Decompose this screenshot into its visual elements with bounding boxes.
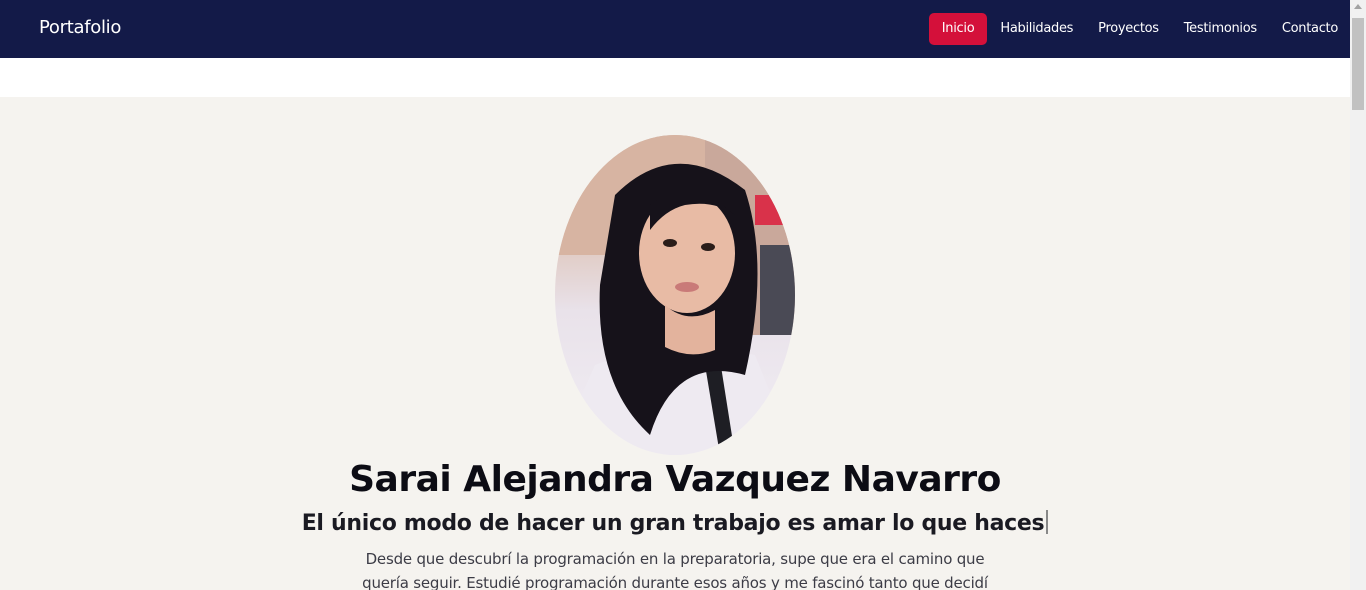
- scroll-up-arrow-icon[interactable]: [1354, 4, 1362, 9]
- nav-links: Inicio Habilidades Proyectos Testimonios…: [928, 13, 1350, 45]
- hero-bio: Desde que descubrí la programación en la…: [362, 550, 988, 590]
- hero-name: Sarai Alejandra Vazquez Navarro: [349, 459, 1001, 500]
- nav-link-inicio[interactable]: Inicio: [928, 13, 988, 45]
- scrollbar-thumb[interactable]: [1352, 18, 1364, 110]
- profile-photo-illustration: [555, 135, 795, 455]
- hero-tagline: El único modo de hacer un gran trabajo e…: [0, 510, 1350, 536]
- top-navbar: Portafolio Inicio Habilidades Proyectos …: [0, 0, 1350, 58]
- profile-photo: [555, 135, 795, 455]
- hero-tagline-text: El único modo de hacer un gran trabajo e…: [301, 511, 1045, 536]
- nav-link-contacto[interactable]: Contacto: [1270, 13, 1350, 45]
- vertical-scrollbar[interactable]: [1350, 0, 1366, 590]
- nav-link-proyectos[interactable]: Proyectos: [1086, 13, 1171, 45]
- nav-link-habilidades[interactable]: Habilidades: [988, 13, 1085, 45]
- typing-caret: [1046, 510, 1049, 534]
- hero-section: Sarai Alejandra Vazquez Navarro El único…: [0, 97, 1350, 590]
- header-spacer: [0, 58, 1350, 97]
- brand-logo-text[interactable]: Portafolio: [39, 17, 121, 38]
- nav-link-testimonios[interactable]: Testimonios: [1172, 13, 1269, 45]
